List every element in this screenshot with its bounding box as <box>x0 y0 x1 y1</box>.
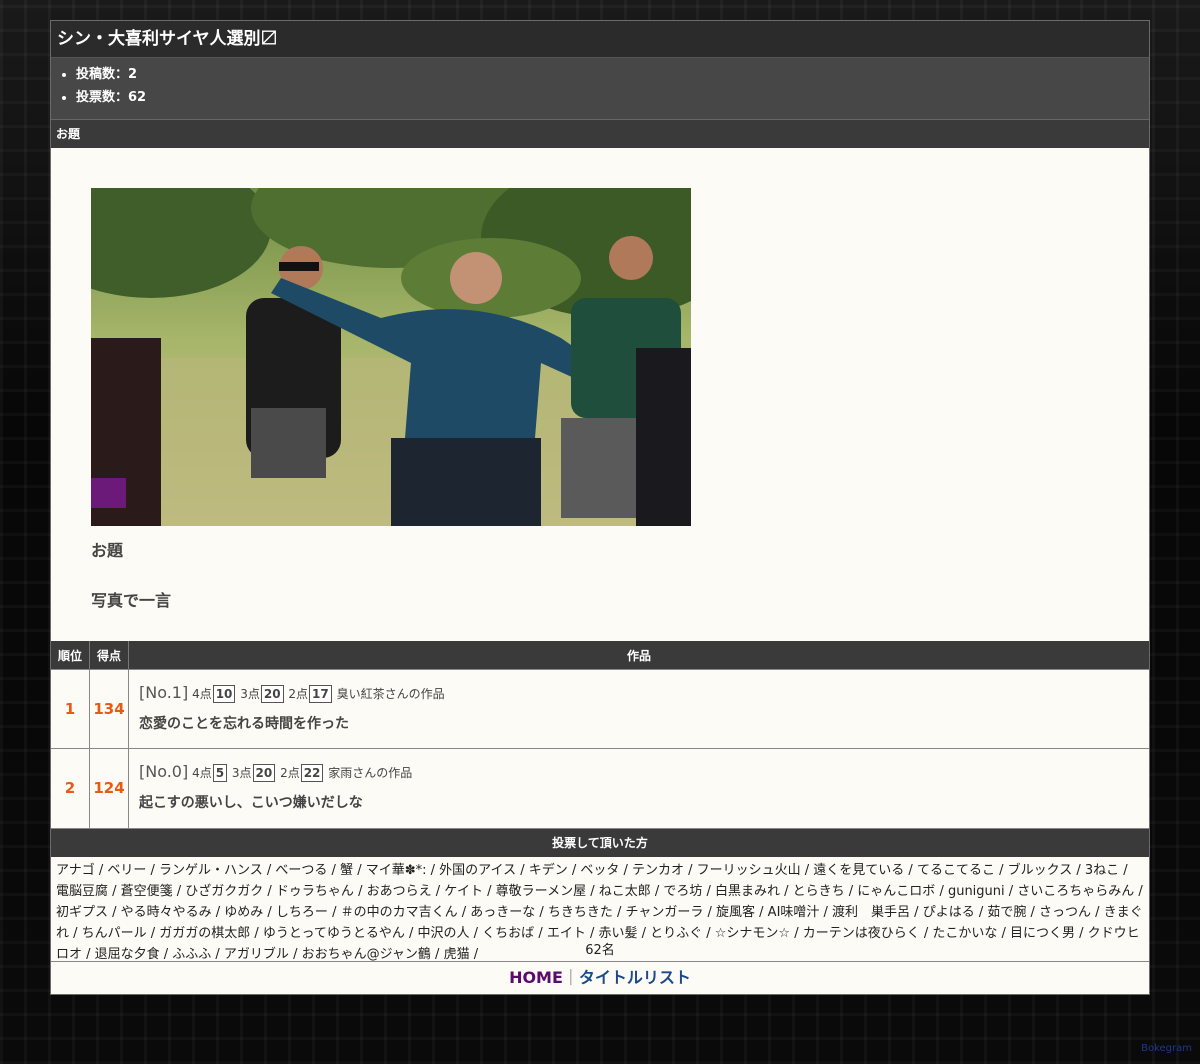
score-column-header: 得点 <box>89 641 129 670</box>
odai-panel: お題 写真で一言 <box>51 148 1149 641</box>
post-count: 投稿数：2 <box>76 63 1149 86</box>
page-title: シン・大喜利サイヤ人選別〼 <box>51 21 1149 58</box>
score-2pt: 17 <box>309 685 332 703</box>
author-label: 家雨さんの作品 <box>328 766 413 780</box>
ranking-table: 順位 得点 作品 1 134 [No.1] 4点 10 3点 20 2点 17 臭い紅… <box>51 641 1149 828</box>
author-label: 臭い紅茶さんの作品 <box>336 687 445 701</box>
entry-number: [No.0] <box>139 762 189 781</box>
table-row: 1 134 [No.1] 4点 10 3点 20 2点 17 臭い紅茶さんの作品 恋愛… <box>51 669 1149 749</box>
ranking-header-row: 順位 得点 作品 <box>51 641 1149 670</box>
score-cell: 134 <box>89 669 129 749</box>
odai-label: お題 <box>91 541 124 560</box>
odai-header: お題 <box>51 120 1149 148</box>
main-container: シン・大喜利サイヤ人選別〼 投稿数：2 投票数：62 お題 <box>50 20 1150 995</box>
work-text: 恋愛のことを忘れる時間を作った <box>139 716 349 732</box>
stats-panel: 投稿数：2 投票数：62 <box>51 58 1149 120</box>
rank-column-header: 順位 <box>51 641 90 670</box>
entry-number: [No.1] <box>139 683 189 702</box>
work-text: 起こすの悪いし、こいつ嫌いだしな <box>139 795 363 811</box>
rank-cell: 2 <box>51 748 90 828</box>
title-list-link[interactable]: タイトルリスト <box>579 968 691 987</box>
score-3pt: 20 <box>252 764 276 782</box>
voters-header: 投票して頂いた方 <box>51 827 1149 857</box>
score-4pt: 10 <box>212 685 236 703</box>
score-4pt: 5 <box>212 764 228 782</box>
odai-photo <box>91 188 691 526</box>
credit-link[interactable]: Bokegram <box>1141 1043 1192 1054</box>
work-cell: [No.0] 4点 5 3点 20 2点 22 家雨さんの作品 起こすの悪いし、こいつ… <box>128 748 1149 828</box>
score-cell: 124 <box>89 748 129 828</box>
score-3pt: 20 <box>260 685 284 703</box>
home-link[interactable]: HOME <box>509 968 563 987</box>
table-row: 2 124 [No.0] 4点 5 3点 20 2点 22 家雨さんの作品 起こすの悪… <box>51 748 1149 828</box>
nav-separator: ｜ <box>562 967 579 987</box>
score-2pt: 22 <box>300 764 324 782</box>
work-cell: [No.1] 4点 10 3点 20 2点 17 臭い紅茶さんの作品 恋愛のことを忘れ… <box>128 669 1149 749</box>
footer-nav: HOME｜タイトルリスト <box>51 960 1149 994</box>
odai-text: 写真で一言 <box>91 591 172 610</box>
work-column-header: 作品 <box>128 641 1149 670</box>
rank-cell: 1 <box>51 669 90 749</box>
vote-count: 投票数：62 <box>76 86 1149 109</box>
